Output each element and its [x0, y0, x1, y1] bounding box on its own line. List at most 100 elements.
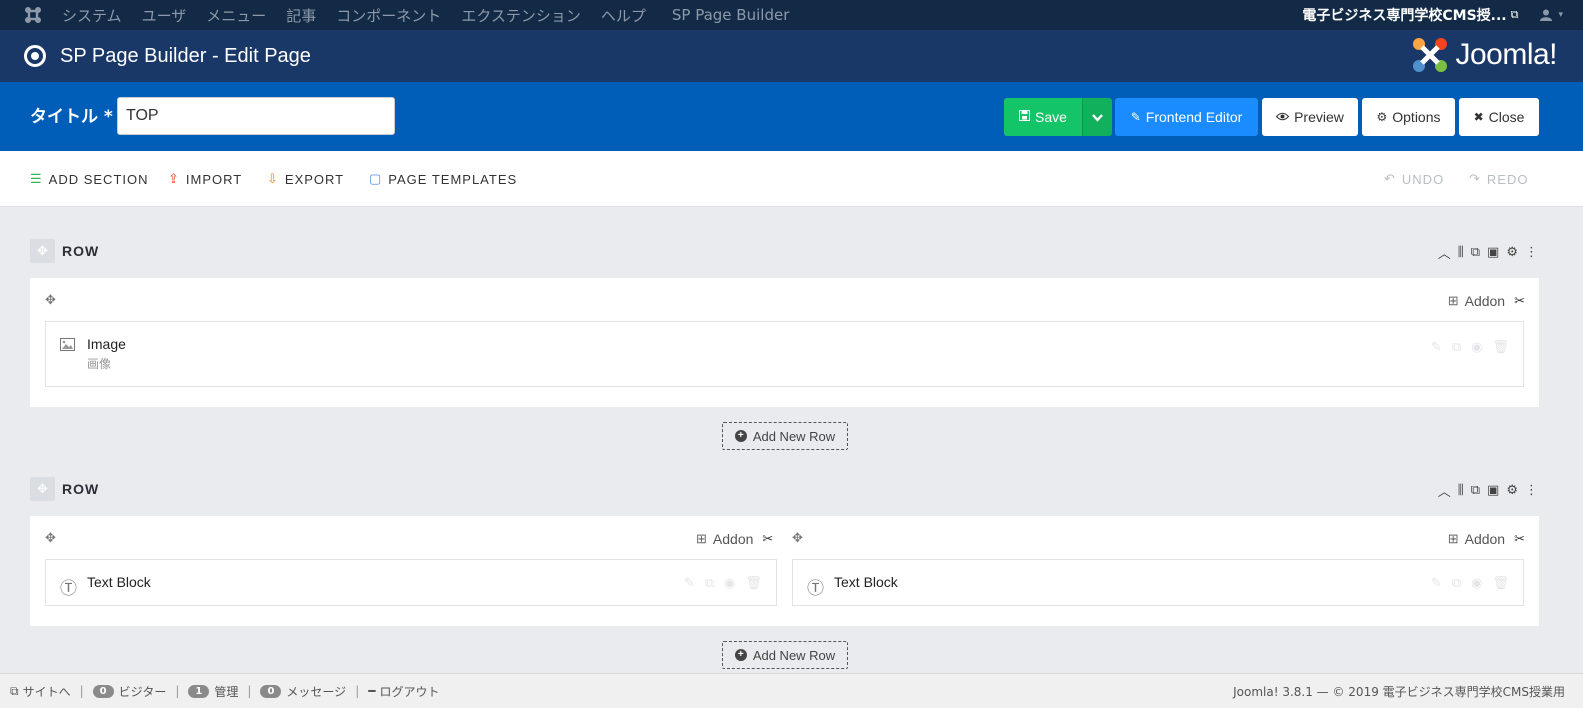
messages-link[interactable]: 0 メッセージ — [260, 683, 346, 700]
menu-components[interactable]: コンポーネント — [336, 5, 441, 26]
chevron-down-icon: ▾ — [1558, 10, 1563, 20]
menu-system[interactable]: システム — [62, 5, 122, 26]
duplicate-icon[interactable]: ⧉ — [1471, 483, 1480, 498]
add-addon-label: Addon — [1464, 531, 1506, 547]
joomla-logo-icon[interactable] — [16, 0, 50, 30]
column-drag-icon[interactable]: ✥ — [45, 531, 56, 546]
menu-extensions[interactable]: エクステンション — [461, 5, 581, 26]
redo-label: REDO — [1486, 171, 1529, 187]
edit-icon: ✎ — [1130, 110, 1141, 124]
columns-icon[interactable]: ⫼ — [1458, 245, 1464, 260]
visitors-link[interactable]: 0 ビジター — [92, 683, 167, 700]
visitors-label: ビジター — [118, 684, 167, 699]
eye-icon[interactable]: ◉ — [1471, 576, 1482, 591]
eye-icon[interactable]: ◉ — [724, 576, 735, 591]
duplicate-icon[interactable]: ⧉ — [1452, 576, 1461, 591]
view-site-label: サイトへ — [22, 684, 71, 699]
addon-image[interactable]: Image 画像 ✎ ⧉ ◉ 🗑 — [45, 321, 1524, 387]
add-section-label: ADD SECTION — [48, 171, 149, 187]
add-new-row-label: Add New Row — [752, 428, 836, 444]
columns-icon[interactable]: ⫼ — [1458, 483, 1464, 498]
plus-circle-icon: + — [734, 430, 747, 442]
save-icon — [1019, 110, 1031, 124]
duplicate-icon[interactable]: ⧉ — [705, 576, 714, 591]
save-button[interactable]: Save — [1004, 98, 1082, 136]
add-new-row-label: Add New Row — [752, 647, 836, 663]
save-row-icon[interactable]: ▣ — [1487, 245, 1499, 260]
save-row-icon[interactable]: ▣ — [1487, 483, 1499, 498]
add-addon-button[interactable]: ⊞ Addon ✂ — [1448, 293, 1525, 309]
undo-icon: ↶ — [1384, 171, 1396, 186]
template-icon: ▢ — [369, 171, 383, 186]
page-templates-button[interactable]: ▢ PAGE TEMPLATES — [369, 171, 517, 187]
addon-text-block[interactable]: Ⓣ Text Block ✎ ⧉ ◉ 🗑 — [792, 559, 1524, 606]
eye-icon[interactable]: ◉ — [1471, 340, 1482, 355]
page-title: SP Page Builder - Edit Page — [60, 44, 311, 67]
addon-text-block[interactable]: Ⓣ Text Block ✎ ⧉ ◉ 🗑 — [45, 559, 777, 606]
external-link-icon: ⧉ — [10, 683, 19, 698]
menu-content[interactable]: 記事 — [286, 5, 316, 26]
logout-link[interactable]: ━ ログアウト — [368, 683, 439, 700]
row-drag-handle-icon[interactable]: ✥ — [30, 477, 55, 501]
import-button[interactable]: ⇪ IMPORT — [168, 171, 242, 187]
status-bar: ⧉ サイトへ | 0 ビジター | 1 管理 | 0 メッセージ | ━ ログア… — [0, 673, 1583, 708]
more-icon[interactable]: ⋮ — [1525, 245, 1538, 260]
duplicate-icon[interactable]: ⧉ — [1471, 245, 1480, 260]
site-name-link[interactable]: 電子ビジネス専門学校CMS授... — [1302, 5, 1506, 25]
edit-icon[interactable]: ✎ — [1431, 576, 1442, 591]
gear-icon[interactable]: ⚙ — [1506, 245, 1518, 260]
edit-icon[interactable]: ✎ — [684, 576, 695, 591]
admins-label: 管理 — [214, 684, 239, 699]
tools-icon[interactable]: ✂ — [762, 531, 773, 547]
plus-circle-icon: + — [734, 649, 747, 661]
collapse-icon[interactable]: ︿ — [1438, 481, 1451, 500]
add-section-button[interactable]: ☰ ADD SECTION — [30, 171, 149, 187]
more-icon[interactable]: ⋮ — [1525, 483, 1538, 498]
tools-icon[interactable]: ✂ — [1514, 531, 1525, 547]
admins-count-badge: 1 — [188, 684, 210, 698]
save-label: Save — [1035, 109, 1067, 125]
trash-icon[interactable]: 🗑 — [1492, 576, 1509, 591]
add-addon-button[interactable]: ⊞ Addon ✂ — [696, 531, 773, 547]
trash-icon[interactable]: 🗑 — [1492, 340, 1509, 355]
trash-icon[interactable]: 🗑 — [745, 576, 762, 591]
menu-sp-page-builder[interactable]: SP Page Builder — [672, 6, 789, 24]
view-site-link[interactable]: ⧉ サイトへ — [10, 683, 71, 700]
collapse-icon[interactable]: ︿ — [1438, 243, 1451, 262]
title-input[interactable]: TOP — [117, 97, 395, 135]
menu-menus[interactable]: メニュー — [206, 5, 266, 26]
add-new-row-button[interactable]: + Add New Row — [722, 641, 848, 669]
add-section-icon: ☰ — [30, 171, 43, 186]
tools-icon[interactable]: ✂ — [1514, 293, 1525, 309]
add-addon-button[interactable]: ⊞ Addon ✂ — [1448, 531, 1525, 547]
frontend-editor-button[interactable]: ✎ Frontend Editor — [1115, 98, 1258, 136]
undo-button[interactable]: ↶ UNDO — [1384, 171, 1444, 187]
save-dropdown-button[interactable] — [1082, 98, 1112, 136]
export-button[interactable]: ⇩ EXPORT — [267, 171, 344, 187]
addon-tools: ✎ ⧉ ◉ 🗑 — [1421, 340, 1509, 355]
gear-icon[interactable]: ⚙ — [1506, 483, 1518, 498]
column-drag-icon[interactable]: ✥ — [792, 531, 803, 546]
row-tools: ︿ ⫼ ⧉ ▣ ⚙ ⋮ — [1431, 243, 1538, 262]
column-drag-icon[interactable]: ✥ — [45, 293, 56, 308]
external-link-icon[interactable]: ⧉ — [1511, 8, 1519, 22]
user-icon[interactable]: ▾ — [1540, 9, 1563, 21]
minus-icon: ━ — [368, 684, 376, 698]
preview-button[interactable]: Preview — [1262, 98, 1358, 136]
add-new-row-button[interactable]: + Add New Row — [722, 422, 848, 450]
admins-link[interactable]: 1 管理 — [188, 683, 238, 700]
redo-button[interactable]: ↷ REDO — [1469, 171, 1528, 187]
menu-help[interactable]: ヘルプ — [601, 5, 646, 26]
undo-label: UNDO — [1401, 171, 1445, 187]
row-header: ✥ ROW — [30, 476, 99, 502]
close-button[interactable]: ✖ Close — [1459, 98, 1539, 136]
row-body: ✥ ⊞ Addon ✂ Image 画像 ✎ ⧉ ◉ 🗑 — [30, 278, 1539, 407]
menu-users[interactable]: ユーザ — [142, 5, 187, 26]
row-drag-handle-icon[interactable]: ✥ — [30, 239, 55, 263]
duplicate-icon[interactable]: ⧉ — [1452, 340, 1461, 355]
options-button[interactable]: ⚙ Options — [1362, 98, 1455, 136]
admin-menu-bar: システム ユーザ メニュー 記事 コンポーネント エクステンション ヘルプ SP… — [0, 0, 1583, 30]
page-templates-label: PAGE TEMPLATES — [388, 171, 518, 187]
preview-label: Preview — [1294, 109, 1344, 125]
edit-icon[interactable]: ✎ — [1431, 340, 1442, 355]
